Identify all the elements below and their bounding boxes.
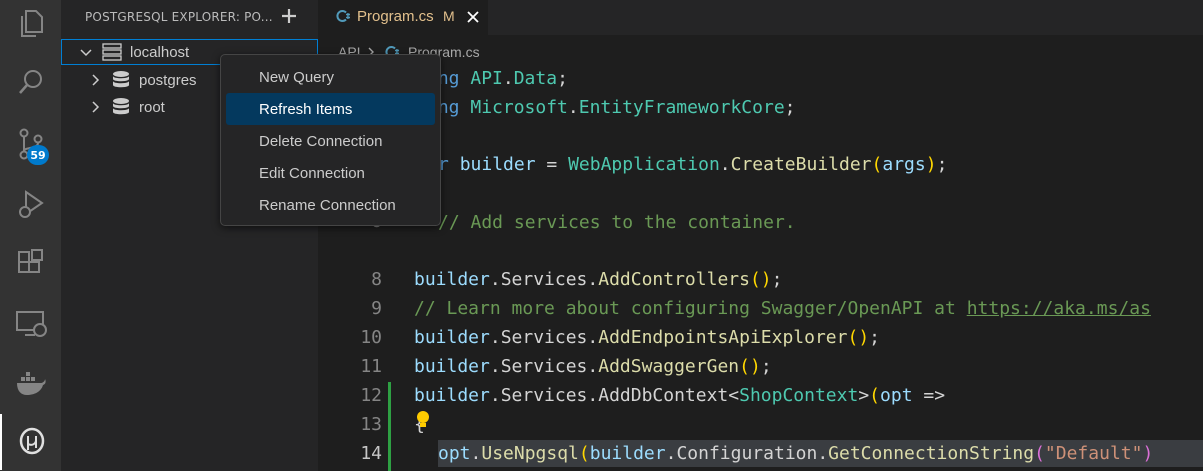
database-icon	[113, 98, 129, 115]
breadcrumb: API Program.cs	[318, 40, 1203, 64]
add-icon[interactable]	[279, 6, 299, 26]
tree-item-label: root	[139, 98, 165, 116]
chevron-right-icon	[92, 74, 100, 86]
source-control-icon[interactable]	[0, 116, 61, 172]
tab-program-cs[interactable]: Program.cs M	[318, 0, 488, 35]
csharp-icon	[336, 10, 350, 22]
gutter-added-marker	[388, 410, 391, 471]
chevron-right-icon	[92, 101, 100, 113]
menu-item-delete-connection[interactable]: Delete Connection	[226, 125, 435, 157]
code-line: ing API.Data;	[427, 68, 568, 89]
server-icon	[102, 43, 122, 61]
code-line: // Learn more about configuring Swagger/…	[414, 298, 1151, 319]
chevron-down-icon	[80, 49, 92, 57]
code-line: r builder = WebApplication.CreateBuilder…	[438, 154, 948, 175]
context-menu: New Query Refresh Items Delete Connectio…	[220, 54, 441, 226]
code-line: opt.UseNpgsql(builder.Configuration.GetC…	[438, 443, 1154, 464]
search-icon[interactable]	[0, 54, 61, 110]
line-number: 12	[360, 385, 382, 406]
tab-modified-indicator: M	[443, 8, 455, 24]
menu-item-rename-connection[interactable]: Rename Connection	[226, 189, 435, 221]
run-debug-icon[interactable]	[0, 176, 61, 232]
line-number: 10	[360, 327, 382, 348]
activity-bar: 59	[0, 0, 61, 471]
line-number: 14	[360, 443, 382, 464]
menu-item-new-query[interactable]: New Query	[226, 61, 435, 93]
line-number: 8	[371, 269, 382, 290]
code-line: // Add services to the container.	[438, 212, 796, 233]
close-icon[interactable]	[465, 9, 481, 25]
extensions-icon[interactable]	[0, 236, 61, 292]
tree-item-label: postgres	[139, 71, 197, 89]
remote-explorer-icon[interactable]	[0, 296, 61, 352]
code-line: builder.Services.AddControllers();	[414, 269, 783, 290]
menu-item-refresh-items[interactable]: Refresh Items	[226, 93, 435, 125]
postgresql-icon[interactable]	[0, 414, 61, 470]
line-number: 13	[360, 414, 382, 435]
line-number: 9	[371, 298, 382, 319]
line-number: 11	[360, 356, 382, 377]
code-editor[interactable]: 6 8 9 10 11 12 13 14 ing API.Data; ing M…	[318, 64, 1203, 471]
database-icon	[113, 71, 129, 88]
code-line: builder.Services.AddSwaggerGen();	[414, 356, 772, 377]
code-line: ing Microsoft.EntityFrameworkCore;	[427, 97, 796, 118]
lightbulb-icon[interactable]	[415, 410, 431, 430]
code-line: builder.Services.AddDbContext<ShopContex…	[414, 385, 946, 406]
gutter-added-marker	[388, 382, 391, 410]
menu-item-edit-connection[interactable]: Edit Connection	[226, 157, 435, 189]
tree-item-label: localhost	[130, 43, 190, 61]
code-line: builder.Services.AddEndpointsApiExplorer…	[414, 327, 881, 348]
tab-bar: Program.cs M	[318, 0, 1203, 35]
source-control-badge: 59	[27, 145, 49, 165]
files-icon[interactable]	[0, 0, 61, 52]
tab-label: Program.cs	[357, 8, 434, 25]
docker-icon[interactable]	[0, 356, 61, 412]
